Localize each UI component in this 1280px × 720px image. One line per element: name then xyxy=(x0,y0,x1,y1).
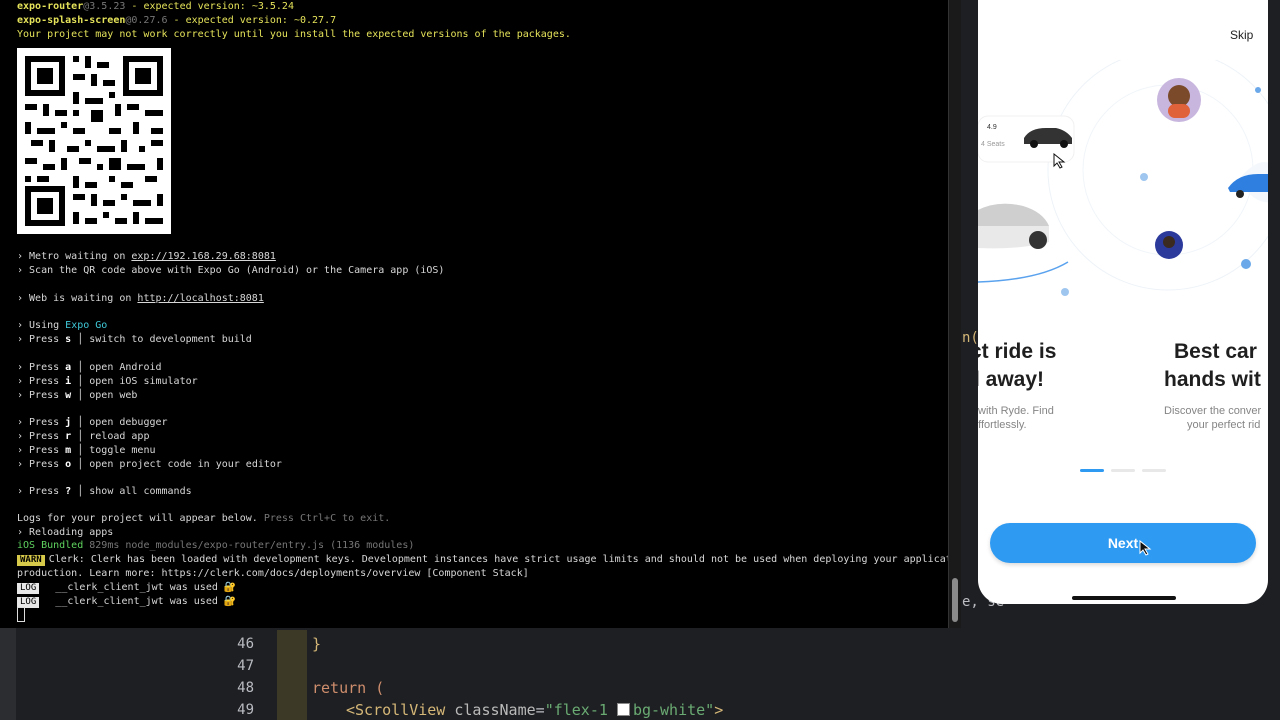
scrollbar-thumb[interactable] xyxy=(952,578,958,622)
press-line: › Press r │ reload app xyxy=(17,431,150,442)
line-number: 47 xyxy=(237,658,254,674)
pagination-dot[interactable] xyxy=(1111,469,1135,472)
press-line: › Press j │ open debugger xyxy=(17,417,168,428)
line-number: 48 xyxy=(237,680,254,696)
indent-guide-highlight xyxy=(277,630,307,720)
web-line: › Web is waiting on http://localhost:808… xyxy=(17,293,264,304)
terminal-cursor xyxy=(17,607,25,622)
reloading-line: › Reloading apps xyxy=(17,527,114,538)
line-number: 49 xyxy=(237,702,254,718)
code-line[interactable]: return ( xyxy=(312,679,384,697)
rating-label: 4.9 xyxy=(987,124,997,131)
home-indicator[interactable] xyxy=(1072,596,1176,600)
onboarding-illustration xyxy=(978,60,1268,296)
pagination-dot[interactable] xyxy=(1142,469,1166,472)
press-line: › Press o │ open project code in your ed… xyxy=(17,459,282,470)
slide-2-title-line-2: hands wit xyxy=(1164,368,1261,391)
version-warning-line: expo-router@3.5.23 - expected version: ~… xyxy=(17,1,294,12)
skip-button[interactable]: Skip xyxy=(1230,28,1253,42)
log-line: LOG __clerk_client_jwt was used 🔐 xyxy=(17,595,236,608)
seats-label: 4 Seats xyxy=(981,141,1005,148)
editor-fragment: n( xyxy=(962,330,979,346)
mouse-cursor-icon xyxy=(1053,153,1066,169)
press-line: › Press ? │ show all commands xyxy=(17,486,192,497)
code-line[interactable]: } xyxy=(312,635,321,653)
clerk-warning-line-2: production. Learn more: https://clerk.co… xyxy=(17,568,529,579)
pagination-dot-active[interactable] xyxy=(1080,469,1104,472)
qr-code xyxy=(17,48,171,234)
slide-2-title-line-1: Best car xyxy=(1174,340,1257,363)
press-line: › Press s │ switch to development build xyxy=(17,334,252,345)
slide-1-title-line-2: l away! xyxy=(978,368,1045,391)
phone-simulator-screen[interactable]: Skip 4.9 4 Seats ct ride is l away! with… xyxy=(978,0,1268,604)
version-warning-tail: Your project may not work correctly unti… xyxy=(17,29,571,40)
using-line: › Using Expo Go xyxy=(17,320,108,331)
press-line: › Press i │ open iOS simulator xyxy=(17,376,198,387)
slide-1-subtitle-line-2: effortlessly. xyxy=(978,419,1027,431)
slide-1-title-line-1: ct ride is xyxy=(978,340,1057,363)
bundled-line: iOS Bundled 829ms node_modules/expo-rout… xyxy=(17,540,415,551)
next-button[interactable]: Next xyxy=(990,523,1256,563)
slide-1-subtitle-line-1: with Ryde. Find xyxy=(978,405,1054,417)
color-swatch-icon xyxy=(616,703,630,716)
log-badge: LOG xyxy=(17,583,40,594)
metro-url-link[interactable]: exp://192.168.29.68:8081 xyxy=(131,251,276,262)
press-line: › Press w │ open web xyxy=(17,390,138,401)
press-line: › Press a │ open Android xyxy=(17,362,162,373)
log-line: LOG __clerk_client_jwt was used 🔐 xyxy=(17,581,236,594)
version-warning-line: expo-splash-screen@0.27.6 - expected ver… xyxy=(17,15,337,26)
terminal-window[interactable]: expo-router@3.5.23 - expected version: ~… xyxy=(0,0,948,628)
clerk-warning-line: WARN Clerk: Clerk has been loaded with de… xyxy=(17,553,948,566)
logs-line: Logs for your project will appear below.… xyxy=(17,513,391,524)
line-number: 46 xyxy=(237,636,254,652)
terminal-scrollbar[interactable] xyxy=(948,0,961,628)
slide-2-subtitle-line-2: your perfect rid xyxy=(1187,419,1261,431)
warn-badge: WARN xyxy=(17,555,45,566)
scan-line: › Scan the QR code above with Expo Go (A… xyxy=(17,265,445,276)
code-line-scrollview[interactable]: <ScrollView className="flex-1 bg-white"> xyxy=(346,701,723,719)
mouse-cursor-icon xyxy=(1139,540,1152,556)
slide-2-subtitle-line-1: Discover the conver xyxy=(1164,405,1262,417)
web-url-link[interactable]: http://localhost:8081 xyxy=(137,293,263,304)
metro-line: › Metro waiting on exp://192.168.29.68:8… xyxy=(17,251,276,262)
press-line: › Press m │ toggle menu xyxy=(17,445,156,456)
